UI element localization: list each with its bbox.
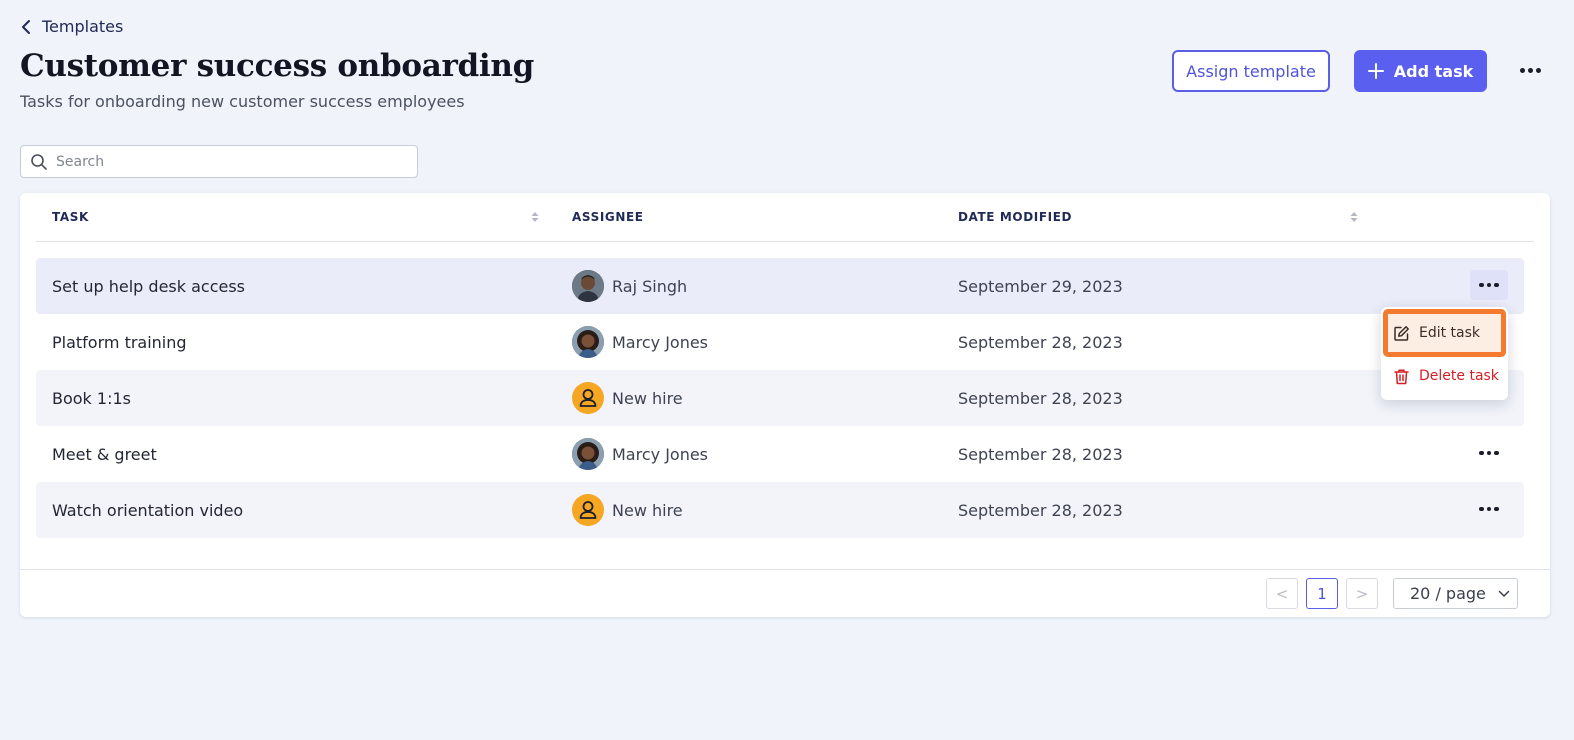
row-more-options-button[interactable]	[1470, 494, 1508, 524]
breadcrumb-label: Templates	[42, 17, 124, 36]
more-horizontal-icon	[1479, 506, 1499, 512]
search-box[interactable]	[20, 145, 418, 178]
more-horizontal-icon	[1479, 450, 1499, 456]
assignee-name: Marcy Jones	[612, 332, 709, 352]
user-icon	[572, 382, 604, 414]
table-row[interactable]: Meet & greet Marcy Jones September 28, 2…	[36, 426, 1524, 482]
add-task-label: Add task	[1393, 61, 1474, 81]
date-modified: September 28, 2023	[958, 388, 1123, 408]
add-task-button[interactable]: Add task	[1354, 50, 1487, 92]
date-modified: September 29, 2023	[958, 276, 1123, 296]
trash-icon	[1394, 368, 1409, 384]
header-divider	[36, 241, 1534, 242]
page-size-value: 20 / page	[1410, 584, 1486, 603]
column-header-task[interactable]: TASK	[52, 210, 89, 224]
task-name: Watch orientation video	[52, 500, 244, 520]
avatar	[572, 438, 604, 470]
edit-icon	[1394, 325, 1409, 341]
row-more-options-button[interactable]	[1470, 270, 1508, 300]
table-row[interactable]: Watch orientation video New hire Septemb…	[36, 482, 1524, 538]
page-number-button[interactable]: 1	[1306, 578, 1338, 609]
sort-icon[interactable]	[530, 210, 540, 224]
assignee-name: New hire	[612, 500, 683, 520]
more-horizontal-icon	[1479, 282, 1499, 288]
row-more-options-button[interactable]	[1470, 438, 1508, 468]
avatar	[572, 326, 604, 358]
next-page-button[interactable]: >	[1346, 578, 1378, 609]
tasks-table: TASK ASSIGNEE DATE MODIFIED Set up help …	[20, 193, 1550, 617]
delete-task-menu-item[interactable]: Delete task	[1385, 360, 1499, 392]
footer-divider	[20, 569, 1550, 570]
date-modified: September 28, 2023	[958, 500, 1123, 520]
date-modified: September 28, 2023	[958, 444, 1123, 464]
column-header-date-modified[interactable]: DATE MODIFIED	[958, 210, 1072, 224]
edit-task-menu-item[interactable]: Edit task	[1383, 309, 1506, 357]
assign-template-button[interactable]: Assign template	[1172, 50, 1330, 92]
previous-page-button[interactable]: <	[1266, 578, 1298, 609]
assignee-name: Raj Singh	[612, 276, 688, 296]
assignee-name: New hire	[612, 388, 683, 408]
more-horizontal-icon	[1519, 67, 1541, 73]
date-modified: September 28, 2023	[958, 332, 1123, 352]
chevron-down-icon	[1498, 590, 1510, 597]
task-name: Meet & greet	[52, 444, 157, 464]
page-size-select[interactable]: 20 / page	[1393, 578, 1518, 609]
user-icon	[572, 494, 604, 526]
task-name: Book 1:1s	[52, 388, 131, 408]
page-more-options-button[interactable]	[1512, 58, 1548, 82]
page-title: Customer success onboarding	[20, 48, 535, 84]
assignee-name: Marcy Jones	[612, 444, 709, 464]
avatar	[572, 270, 604, 302]
chevron-left-icon	[22, 19, 30, 34]
edit-task-label: Edit task	[1419, 325, 1481, 341]
table-row[interactable]: Set up help desk access Raj Singh Septem…	[36, 258, 1524, 314]
page-subtitle: Tasks for onboarding new customer succes…	[20, 92, 465, 111]
row-actions-menu: Edit task Delete task	[1381, 307, 1508, 400]
search-icon	[31, 153, 47, 170]
plus-icon	[1367, 63, 1384, 79]
table-row[interactable]: Platform training Marcy Jones September …	[36, 314, 1524, 370]
column-header-assignee: ASSIGNEE	[572, 210, 644, 224]
breadcrumb-back-link[interactable]: Templates	[20, 17, 123, 36]
task-name: Set up help desk access	[52, 276, 246, 296]
table-row[interactable]: Book 1:1s New hire September 28, 2023	[36, 370, 1524, 426]
sort-icon[interactable]	[1349, 210, 1359, 224]
search-input[interactable]	[56, 153, 396, 170]
delete-task-label: Delete task	[1419, 368, 1499, 384]
task-name: Platform training	[52, 332, 187, 352]
